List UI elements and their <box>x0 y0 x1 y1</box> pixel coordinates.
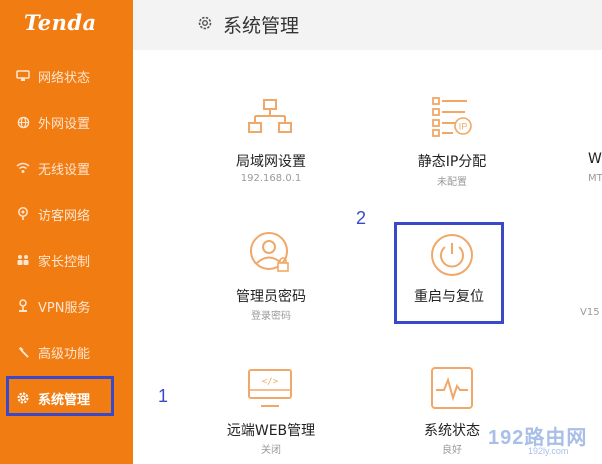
tile-title: 系统状态 <box>424 423 480 439</box>
sidebar-item-network-status[interactable]: 网络状态 <box>0 56 133 96</box>
svg-text:IP: IP <box>459 122 468 132</box>
highlight-box-reboot-reset <box>394 222 504 324</box>
tile-title: W <box>588 151 602 167</box>
tile-title: 静态IP分配 <box>417 154 487 170</box>
sidebar-item-label: VPN服务 <box>38 300 91 316</box>
step-2-label: 2 <box>356 208 367 228</box>
family-icon <box>16 253 30 267</box>
wifi-icon <box>16 161 30 175</box>
tile-subtitle: 良好 <box>442 445 462 456</box>
tile-subtitle: 192.168.0.1 <box>240 173 302 184</box>
sidebar-item-label: 外网设置 <box>38 116 91 132</box>
guest-icon <box>16 207 30 221</box>
tile-title: 远端WEB管理 <box>226 423 316 439</box>
tenda-logo: Tenda <box>24 10 97 35</box>
network-status-icon <box>16 69 30 83</box>
svg-text:</>: </> <box>262 377 279 387</box>
sidebar-item-wan-settings[interactable]: 外网设置 <box>0 102 133 142</box>
tile-title: 管理员密码 <box>236 289 306 305</box>
monitor-code-icon: </> <box>248 369 292 407</box>
sidebar-item-label: 访客网络 <box>38 208 91 224</box>
sidebar-item-label: 家长控制 <box>38 254 91 270</box>
sidebar-item-wireless-settings[interactable]: 无线设置 <box>0 148 133 188</box>
tile-subtitle: MT <box>588 173 602 184</box>
sidebar-item-label: 高级功能 <box>38 346 91 362</box>
wrench-icon <box>16 345 30 359</box>
highlight-box-system-management <box>6 376 114 416</box>
sidebar-item-label: 网络状态 <box>38 70 91 86</box>
globe-icon <box>16 115 30 129</box>
page-header: 系统管理 <box>133 0 602 50</box>
step-1-label: 1 <box>158 386 169 406</box>
pulse-monitor-icon <box>431 367 473 409</box>
watermark-url: 192ly.com <box>528 446 569 456</box>
network-topology-icon <box>248 99 292 133</box>
sidebar-item-advanced[interactable]: 高级功能 <box>0 332 133 372</box>
vpn-key-icon <box>16 299 30 313</box>
tile-subtitle: 未配置 <box>437 177 467 188</box>
user-lock-icon <box>250 232 289 272</box>
tile-subtitle: V15 <box>580 307 600 318</box>
page-title: 系统管理 <box>223 15 300 37</box>
sidebar-item-guest-network[interactable]: 访客网络 <box>0 194 133 234</box>
header-gear-icon <box>197 15 213 35</box>
static-ip-icon: IP <box>432 97 472 137</box>
tile-subtitle: 登录密码 <box>251 311 291 322</box>
sidebar-item-parental-control[interactable]: 家长控制 <box>0 240 133 280</box>
sidebar-item-label: 无线设置 <box>38 162 91 178</box>
tile-subtitle: 关闭 <box>261 445 281 456</box>
tile-title: 局域网设置 <box>236 154 306 170</box>
sidebar-item-vpn[interactable]: VPN服务 <box>0 286 133 326</box>
